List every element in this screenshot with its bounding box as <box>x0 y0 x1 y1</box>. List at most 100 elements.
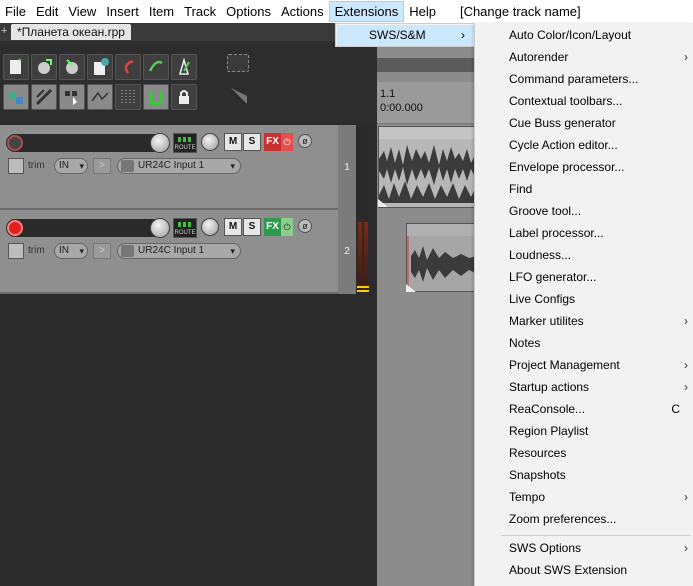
menu-marker-utilities[interactable]: Marker utilites › <box>475 310 693 332</box>
fx-button[interactable]: FX <box>264 218 281 236</box>
chevron-right-icon: › <box>684 314 688 328</box>
meter-track-2 <box>356 210 370 294</box>
menu-cycle-action-editor[interactable]: Cycle Action editor... <box>475 134 693 156</box>
menu-auto-color[interactable]: Auto Color/Icon/Layout <box>475 24 693 46</box>
monitor-icon[interactable]: > <box>93 158 111 174</box>
media-item-track-1[interactable] <box>378 126 478 208</box>
pan-knob[interactable] <box>201 133 219 151</box>
draw-tool-icon[interactable] <box>227 84 253 110</box>
menu-actions[interactable]: Actions <box>276 1 329 22</box>
envelope-icon[interactable] <box>8 243 24 259</box>
track-panel-1[interactable]: ROUTE M S FX ⏻ ø trim IN > UR24C Input 1 <box>0 125 338 210</box>
open-project-icon[interactable] <box>31 54 57 80</box>
record-arm-button[interactable] <box>7 135 23 151</box>
project-tab[interactable]: *Планета океан.rpp <box>11 24 131 40</box>
record-input-select[interactable]: UR24C Input 1 <box>117 158 241 174</box>
new-tab-button[interactable]: + <box>1 25 7 37</box>
menu-tempo[interactable]: Tempo › <box>475 486 693 508</box>
marquee-select-icon[interactable] <box>227 54 249 72</box>
menu-sws-sm[interactable]: SWS/S&M › <box>337 25 473 46</box>
menu-label-processor[interactable]: Label processor... <box>475 222 693 244</box>
track-panel-2[interactable]: ROUTE M S FX ⏻ ø trim IN > UR24C Input 1 <box>0 210 338 294</box>
media-item-track-2[interactable] <box>406 223 478 292</box>
mute-button[interactable]: M <box>224 218 242 236</box>
grid-snap-icon[interactable] <box>3 84 29 110</box>
menu-notes[interactable]: Notes <box>475 332 693 354</box>
phase-invert-icon[interactable]: ø <box>298 219 312 233</box>
menu-item[interactable]: Item <box>144 1 179 22</box>
envelope-points-icon[interactable] <box>87 84 113 110</box>
menu-snapshots[interactable]: Snapshots <box>475 464 693 486</box>
menu-find[interactable]: Find <box>475 178 693 200</box>
menu-file[interactable]: File <box>0 1 31 22</box>
ripple-edit-icon[interactable] <box>31 84 57 110</box>
menu-live-configs[interactable]: Live Configs <box>475 288 693 310</box>
menu-envelope-processor[interactable]: Envelope processor... <box>475 156 693 178</box>
menu-project-management[interactable]: Project Management › <box>475 354 693 376</box>
input-monitor-select[interactable]: IN <box>54 158 88 174</box>
item-header <box>379 127 477 139</box>
record-arm-button[interactable] <box>7 220 23 236</box>
chevron-right-icon: › <box>461 28 465 42</box>
menu-sws-options[interactable]: SWS Options › <box>475 537 693 559</box>
fx-bypass-icon[interactable]: ⏻ <box>281 133 293 151</box>
volume-knob[interactable] <box>150 218 170 238</box>
record-input-label: UR24C Input 1 <box>138 245 205 256</box>
mute-button[interactable]: M <box>224 133 242 151</box>
menu-label: Project Management <box>509 358 620 372</box>
menu-about-sws[interactable]: About SWS Extension <box>475 559 693 581</box>
menu-extensions[interactable]: Extensions <box>328 1 405 22</box>
pan-knob[interactable] <box>201 218 219 236</box>
menu-label: Snapshots <box>509 468 566 482</box>
lock-icon[interactable] <box>171 84 197 110</box>
menu-loudness[interactable]: Loudness... <box>475 244 693 266</box>
redo-icon[interactable] <box>143 54 169 80</box>
fx-button[interactable]: FX <box>264 133 281 151</box>
menu-zoom-preferences[interactable]: Zoom preferences... <box>475 508 693 530</box>
route-button[interactable]: ROUTE <box>173 218 197 238</box>
menu-change-track-name[interactable]: [Change track name] <box>455 1 586 22</box>
menu-resources[interactable]: Resources <box>475 442 693 464</box>
phase-invert-icon[interactable]: ø <box>298 134 312 148</box>
solo-button[interactable]: S <box>243 133 261 151</box>
menu-lfo-generator[interactable]: LFO generator... <box>475 266 693 288</box>
menu-cue-buss-generator[interactable]: Cue Buss generator <box>475 112 693 134</box>
menu-command-parameters[interactable]: Command parameters... <box>475 68 693 90</box>
item-header <box>407 224 477 236</box>
menu-options[interactable]: Options <box>221 1 276 22</box>
menu-label: ReaConsole... <box>509 402 586 416</box>
solo-button[interactable]: S <box>243 218 261 236</box>
meter-bar-right <box>364 222 368 292</box>
menu-edit[interactable]: Edit <box>31 1 63 22</box>
volume-knob[interactable] <box>150 133 170 153</box>
track-name-bar[interactable] <box>6 134 170 152</box>
menu-insert[interactable]: Insert <box>101 1 144 22</box>
envelope-icon[interactable] <box>8 158 24 174</box>
item-grouping-icon[interactable] <box>59 84 85 110</box>
menu-view[interactable]: View <box>63 1 101 22</box>
save-project-icon[interactable] <box>59 54 85 80</box>
menu-track[interactable]: Track <box>179 1 221 22</box>
snap-magnet-icon[interactable] <box>143 84 169 110</box>
project-tab-strip: + *Планета океан.rpp <box>0 23 377 41</box>
fx-bypass-icon[interactable]: ⏻ <box>281 218 293 236</box>
menubar: File Edit View Insert Item Track Options… <box>0 0 693 23</box>
record-input-select[interactable]: UR24C Input 1 <box>117 243 241 259</box>
menu-reaconsole[interactable]: ReaConsole... C <box>475 398 693 420</box>
menu-startup-actions[interactable]: Startup actions › <box>475 376 693 398</box>
menu-contextual-toolbars[interactable]: Contextual toolbars... <box>475 90 693 112</box>
input-monitor-select[interactable]: IN <box>54 243 88 259</box>
main-toolbar: * <box>0 41 377 123</box>
track-name-bar[interactable] <box>6 219 170 237</box>
metronome-icon[interactable] <box>171 54 197 80</box>
new-project-icon[interactable]: * <box>3 54 29 80</box>
menu-autorender[interactable]: Autorender › <box>475 46 693 68</box>
route-button[interactable]: ROUTE <box>173 133 197 153</box>
menu-groove-tool[interactable]: Groove tool... <box>475 200 693 222</box>
project-settings-icon[interactable] <box>87 54 113 80</box>
menu-help[interactable]: Help <box>404 1 441 22</box>
monitor-icon[interactable]: > <box>93 243 111 259</box>
undo-icon[interactable] <box>115 54 141 80</box>
crossfade-icon[interactable] <box>115 84 141 110</box>
menu-region-playlist[interactable]: Region Playlist <box>475 420 693 442</box>
